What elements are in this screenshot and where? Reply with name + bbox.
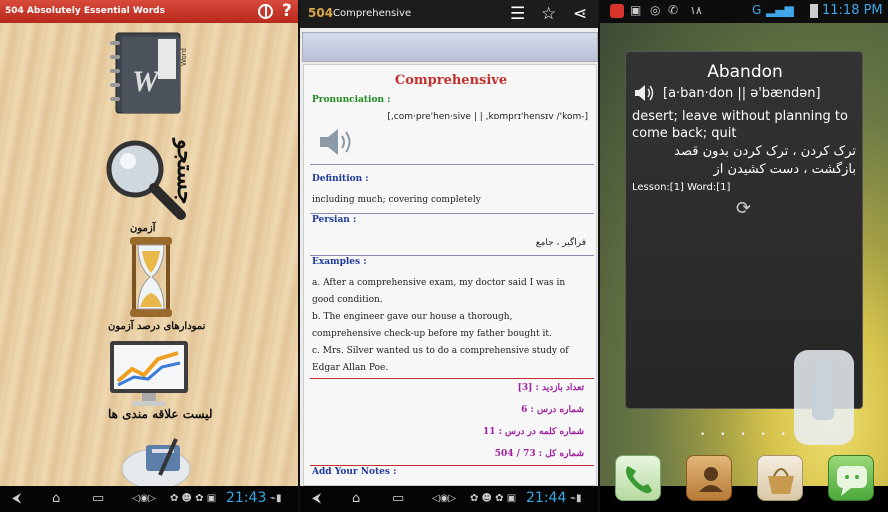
speaker-icon[interactable] [318, 127, 358, 157]
status-icons: ⌁▮ [570, 493, 582, 504]
settings-sliders-icon[interactable]: ☰ [510, 4, 525, 24]
divider [310, 213, 594, 214]
store-watermark-icon [790, 340, 860, 450]
divider [310, 465, 594, 466]
recent-apps-icon[interactable]: ▭ [392, 491, 404, 506]
clock: 21:43 [226, 490, 267, 506]
help-icon[interactable]: ? [282, 1, 292, 21]
view-count: تعداد بازدید : [3] [517, 383, 584, 393]
system-navbar: ⮜ ⌂ ▭ ◁◉▷ ✿ ☻ ✿ ▣ 21:43 ⌁▮ [0, 486, 298, 512]
notification-icons: ✿ ☻ ✿ ▣ [170, 493, 217, 504]
share-icon[interactable]: ⋖ [573, 4, 587, 24]
app-logo: 504 [308, 6, 334, 20]
divider [310, 255, 594, 256]
system-navbar: ⮜ ⌂ ▭ ◁◉▷ ✿ ☻ ✿ ▣ 21:44 ⌁▮ [300, 486, 600, 512]
add-notes-label[interactable]: Add Your Notes : [312, 467, 396, 477]
phone-icon: ✆ [668, 3, 679, 17]
book-label: Word [180, 48, 188, 66]
widget-speaker-icon[interactable] [634, 84, 656, 106]
widget-persian-definition: ترک کردن ، ترک کردن بدون قصد بازگشت ، دس… [674, 144, 856, 177]
volume-icon: ◁◉▷ [132, 493, 157, 504]
menu-label-favorites[interactable]: لیست علاقه مندی ها [108, 407, 213, 421]
persian-text: فراگیر ، جامع [535, 238, 586, 248]
action-bar-title: Comprehensive [333, 8, 412, 19]
home-icon[interactable]: ⌂ [352, 491, 360, 506]
header-band [302, 32, 598, 62]
chat-icon: ◎ [650, 3, 661, 17]
lesson-number: شماره درس : 6 [521, 405, 584, 415]
back-icon[interactable]: ⮜ [12, 491, 21, 506]
example-item: a. After a comprehensive exam, my doctor… [312, 278, 566, 305]
menu-label-search[interactable]: جستجو [172, 139, 198, 204]
language-globe-icon[interactable] [258, 4, 273, 19]
definition-text: including much; covering completely [312, 195, 481, 205]
signal-type: G [752, 3, 762, 17]
volume-icon: ◁◉▷ [432, 493, 457, 504]
status-bar: ▣ ◎ ✆ ۱۸ G ▂▄▆ 11:18 PM [600, 0, 888, 23]
hourglass-icon[interactable] [130, 237, 172, 317]
examples-label: Examples : [312, 257, 367, 267]
app-notification-icon [610, 4, 624, 18]
widget-word: Abandon [707, 62, 783, 82]
persian-label: Persian : [312, 215, 357, 225]
action-bar: 504 Comprehensive ☰ ☆ ⋖ [300, 0, 600, 28]
wood-background: W Word جستجو آزمون نمودارهای درصد آزمون … [0, 23, 298, 490]
home-navbar [600, 486, 888, 512]
home-widget-screen: ▣ ◎ ✆ ۱۸ G ▂▄▆ 11:18 PM • • • • • • • Ab… [600, 0, 888, 512]
example-item: c. Mrs. Silver wanted us to do a compreh… [312, 346, 569, 373]
pronunciation-text: [,com·pre'hen·sive | | ,kɒmprɪ'hensɪv /'… [387, 112, 588, 122]
widget-english-definition: desert; leave without planning to come b… [632, 109, 848, 141]
home-icon[interactable]: ⌂ [52, 491, 60, 506]
status-number: ۱۸ [690, 4, 702, 17]
word-in-lesson: شماره کلمه در درس : 11 [482, 427, 584, 437]
clock: 21:44 [526, 490, 567, 506]
main-menu-screen: 504 Absolutely Essential Words ? W Word [0, 0, 298, 512]
signal-bars-icon: ▂▄▆ [766, 3, 794, 17]
total-number: شماره کل : 73 / 504 [494, 449, 584, 459]
word-card: Comprehensive Pronunciation : [,com·pre'… [303, 64, 597, 486]
example-item: b. The engineer gave our house a thoroug… [312, 312, 552, 339]
pronunciation-label: Pronunciation : [312, 95, 391, 105]
divider [310, 378, 594, 379]
book-letter: W [132, 65, 161, 98]
word-title: Comprehensive [394, 73, 508, 88]
widget-lesson-info: Lesson:[1] Word:[1] [632, 182, 731, 193]
app-title: 504 Absolutely Essential Words [5, 6, 165, 16]
favorites-icon[interactable] [116, 435, 192, 490]
app-title-bar: 504 Absolutely Essential Words [0, 0, 298, 23]
status-clock: 11:18 PM [822, 3, 883, 18]
camera-icon: ▣ [630, 3, 642, 17]
content-area: Comprehensive Pronunciation : [,com·pre'… [300, 28, 600, 486]
star-icon[interactable]: ☆ [541, 4, 556, 24]
recent-apps-icon[interactable]: ▭ [92, 491, 104, 506]
status-icons: ⌁▮ [270, 493, 282, 504]
menu-label-quiz[interactable]: آزمون [130, 223, 155, 234]
notification-icons: ✿ ☻ ✿ ▣ [470, 493, 517, 504]
definition-label: Definition : [312, 174, 369, 184]
widget-pronunciation: [a·ban·don || ə'bændən] [663, 86, 821, 101]
menu-label-charts[interactable]: نمودارهای درصد آزمون [108, 321, 205, 332]
chart-monitor-icon[interactable] [108, 339, 190, 409]
divider [310, 164, 594, 165]
refresh-icon[interactable]: ⟳ [736, 198, 751, 219]
triple-screenshot: 504 Absolutely Essential Words ? W Word [0, 0, 888, 512]
back-icon[interactable]: ⮜ [312, 491, 321, 506]
word-detail-screen: 504 Comprehensive ☰ ☆ ⋖ Comprehensive Pr… [300, 0, 600, 512]
battery-icon [810, 4, 818, 18]
word-book-icon[interactable]: W Word [108, 29, 188, 117]
